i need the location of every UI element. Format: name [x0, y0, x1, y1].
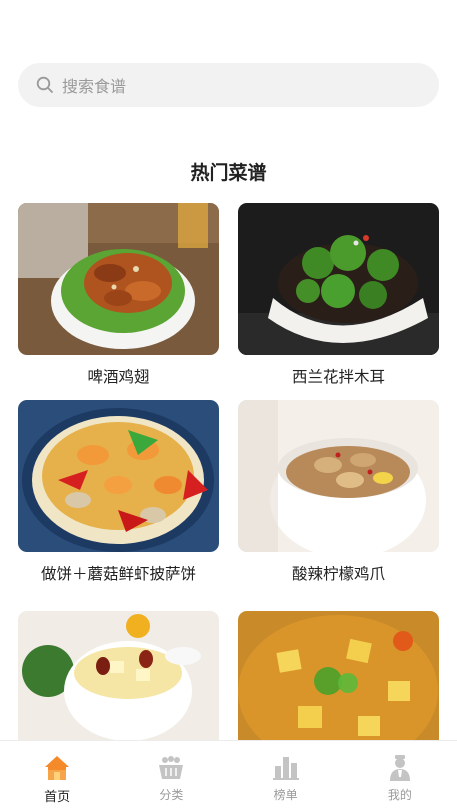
recipe-image[interactable]: [238, 400, 439, 552]
search-icon: [36, 76, 53, 93]
search-bar[interactable]: 搜索食谱: [18, 63, 439, 107]
recipe-card[interactable]: 啤酒鸡翅: [18, 203, 219, 387]
recipe-card[interactable]: 做饼＋蘑菇鲜虾披萨饼: [18, 400, 219, 584]
bottom-tab-bar: 首页 分类 榜单 我的: [0, 740, 457, 812]
tab-home-label: 首页: [44, 790, 71, 805]
home-icon: [45, 756, 70, 780]
tab-category-label: 分类: [159, 788, 184, 802]
section-title: 热门菜谱: [0, 158, 457, 185]
tab-category[interactable]: 分类: [114, 741, 228, 812]
recipe-name[interactable]: 西兰花拌木耳: [238, 365, 439, 387]
recipe-card[interactable]: [18, 611, 219, 740]
recipe-name[interactable]: 酸辣柠檬鸡爪: [238, 562, 439, 584]
tab-ranking[interactable]: 榜单: [229, 741, 343, 812]
user-icon: [389, 755, 410, 781]
recipe-image[interactable]: [18, 400, 219, 552]
search-placeholder[interactable]: 搜索食谱: [62, 73, 126, 97]
recipe-card[interactable]: 酸辣柠檬鸡爪: [238, 400, 439, 584]
tab-mine[interactable]: 我的: [343, 741, 457, 812]
tab-home[interactable]: 首页: [0, 741, 114, 812]
recipe-image[interactable]: [18, 611, 219, 740]
section-title-text: 热门菜谱: [190, 158, 267, 185]
recipe-card[interactable]: [238, 611, 439, 740]
basket-icon: [159, 756, 184, 779]
recipe-name[interactable]: 做饼＋蘑菇鲜虾披萨饼: [18, 562, 219, 584]
recipe-image[interactable]: [238, 611, 439, 740]
recipe-grid: 啤酒鸡翅 西兰花拌木耳 做饼＋蘑菇鲜虾披萨饼 酸辣柠檬鸡爪: [18, 203, 439, 740]
tab-ranking-label: 榜单: [273, 788, 298, 802]
recipe-card[interactable]: 西兰花拌木耳: [238, 203, 439, 387]
recipe-name[interactable]: 啤酒鸡翅: [18, 365, 219, 387]
recipe-image[interactable]: [238, 203, 439, 355]
recipe-image[interactable]: [18, 203, 219, 355]
tab-mine-label: 我的: [387, 788, 412, 802]
chart-icon: [272, 757, 299, 780]
